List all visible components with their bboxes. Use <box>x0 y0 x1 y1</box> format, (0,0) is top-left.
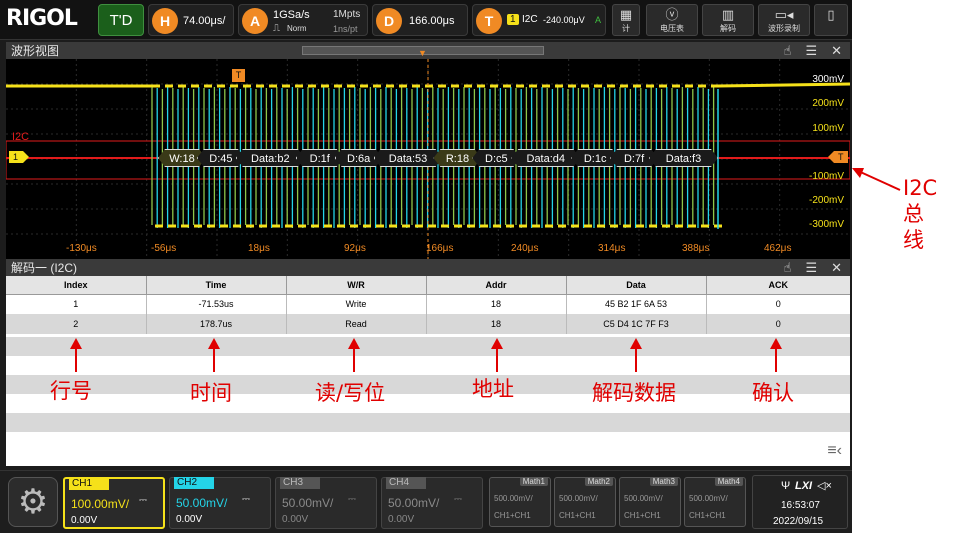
column-arrow-head <box>491 338 503 349</box>
annotation-ack: 确认 <box>752 381 794 405</box>
annotation-time: 时间 <box>190 381 232 405</box>
column-arrow-head <box>208 338 220 349</box>
column-arrow-head <box>770 338 782 349</box>
annotation-layer <box>70 168 901 372</box>
annotation-decoded-data: 解码数据 <box>592 381 676 405</box>
annotation-address: 地址 <box>472 377 514 401</box>
annotation-row-number: 行号 <box>50 379 92 403</box>
annotation-i2c-bus: I2C总线 <box>903 176 938 252</box>
bus-arrow <box>855 169 901 191</box>
column-arrow-head <box>348 338 360 349</box>
column-arrow-head <box>70 338 82 349</box>
annotation-read-write: 读/写位 <box>315 381 386 405</box>
column-arrow-head <box>630 338 642 349</box>
